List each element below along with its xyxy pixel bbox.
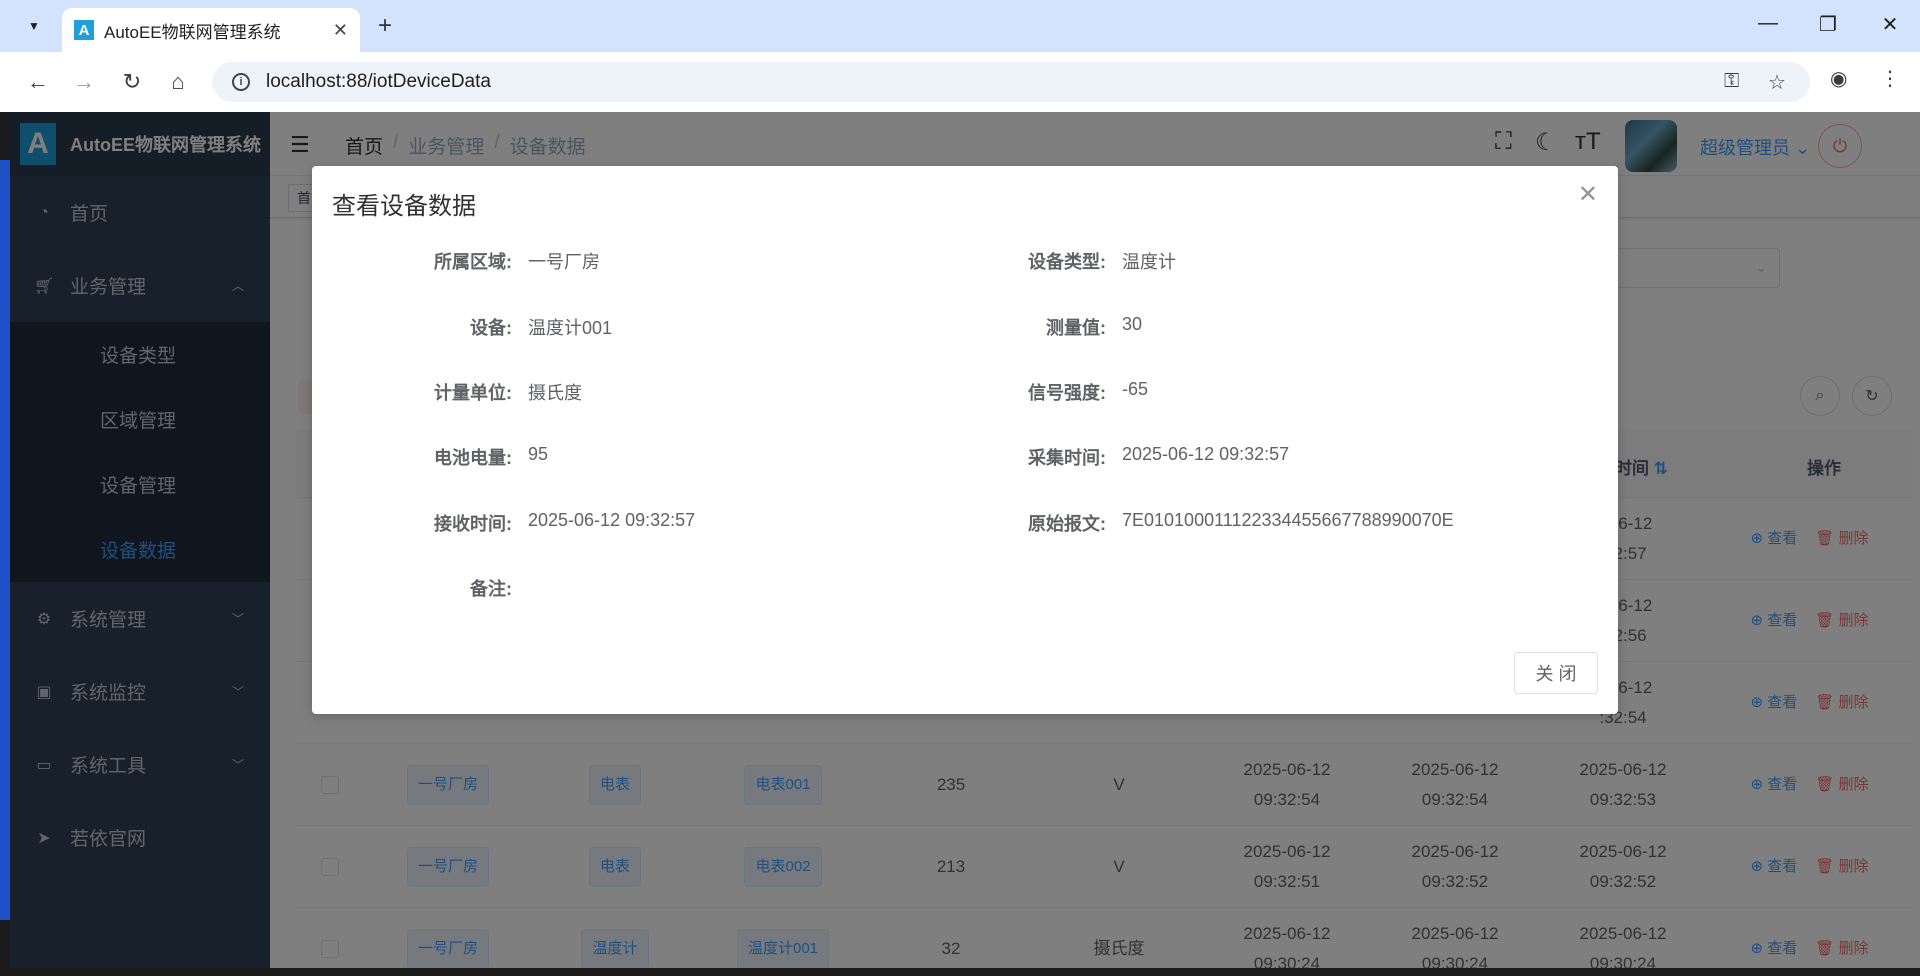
restore-icon[interactable]: ❐ <box>1813 12 1843 37</box>
field-value-measure: 30 <box>1122 314 1143 334</box>
view-device-data-dialog: 查看设备数据 ✕ 所属区域: 一号厂房 设备: 温度计001 计量单位: 摄氏度… <box>312 166 1618 714</box>
home-icon[interactable]: ⌂ <box>162 66 194 98</box>
dialog-close-icon[interactable]: ✕ <box>1578 180 1598 209</box>
dialog-close-button[interactable]: 关 闭 <box>1514 652 1598 694</box>
password-key-icon[interactable]: ⚿ <box>1724 70 1739 93</box>
reload-icon[interactable]: ↻ <box>116 66 148 98</box>
field-label-raw-message: 原始报文: <box>1028 514 1106 534</box>
field-value-unit: 摄氏度 <box>528 383 582 403</box>
field-label-device-type: 设备类型: <box>1028 252 1106 272</box>
field-value-battery: 95 <box>528 444 549 464</box>
back-arrow-icon[interactable]: ← <box>22 66 54 98</box>
forward-arrow-icon[interactable]: → <box>68 66 100 98</box>
field-label-remark: 备注: <box>470 579 512 599</box>
field-label-device: 设备: <box>470 318 512 338</box>
window-left-edge-blue <box>0 160 10 920</box>
field-value-area: 一号厂房 <box>528 252 600 272</box>
field-value-collect-time: 2025-06-12 09:32:57 <box>1122 444 1290 464</box>
tab-list-chevron-icon[interactable]: ▼ <box>20 12 48 40</box>
window-bottom-edge <box>0 968 1920 976</box>
profile-icon[interactable]: ◉ <box>1830 66 1847 91</box>
field-label-area: 所属区域: <box>434 252 512 272</box>
browser-tab-bar: ▼ A AutoEE物联网管理系统 ✕ + — ❐ ✕ <box>0 0 1920 52</box>
field-value-receive-time: 2025-06-12 09:32:57 <box>528 510 696 530</box>
tab-close-icon[interactable]: ✕ <box>333 20 348 41</box>
field-label-receive-time: 接收时间: <box>434 514 512 534</box>
field-label-signal: 信号强度: <box>1028 383 1106 403</box>
field-label-measure: 测量值: <box>1046 318 1106 338</box>
address-bar[interactable]: i localhost:88/iotDeviceData ⚿ ☆ <box>212 62 1810 102</box>
browser-toolbar: ← → ↻ ⌂ i localhost:88/iotDeviceData ⚿ ☆… <box>0 52 1920 112</box>
field-value-device: 温度计001 <box>528 318 613 338</box>
site-info-icon[interactable]: i <box>232 73 250 91</box>
new-tab-plus-icon[interactable]: + <box>378 12 392 40</box>
browser-tab[interactable]: A AutoEE物联网管理系统 ✕ <box>62 8 360 52</box>
field-value-signal: -65 <box>1122 379 1149 399</box>
tab-title: AutoEE物联网管理系统 <box>104 22 281 42</box>
window-close-icon[interactable]: ✕ <box>1875 12 1905 37</box>
favicon-icon: A <box>74 20 94 40</box>
field-value-raw-message: 7E010100011122334455667788990070E <box>1122 510 1454 530</box>
bookmark-star-icon[interactable]: ☆ <box>1768 70 1786 95</box>
more-menu-icon[interactable]: ⋮ <box>1880 66 1900 91</box>
field-value-device-type: 温度计 <box>1122 252 1176 272</box>
field-label-unit: 计量单位: <box>434 383 512 403</box>
field-label-collect-time: 采集时间: <box>1028 448 1106 468</box>
dialog-title: 查看设备数据 <box>332 193 476 220</box>
field-label-battery: 电池电量: <box>434 448 512 468</box>
url-text[interactable]: localhost:88/iotDeviceData <box>266 71 491 93</box>
minimize-icon[interactable]: — <box>1753 12 1783 35</box>
